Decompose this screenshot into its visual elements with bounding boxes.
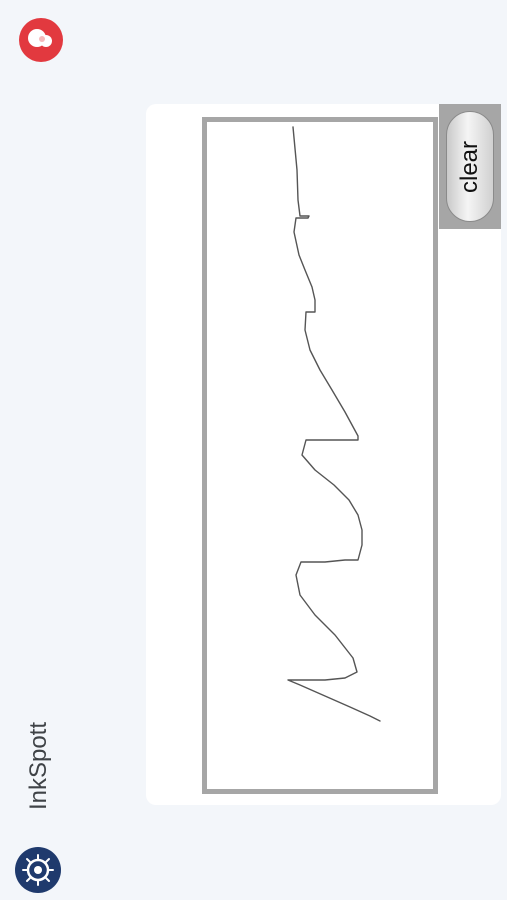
ink-stroke	[287, 126, 381, 722]
app-name: InkSpott	[25, 721, 52, 811]
clear-button-label: clear	[456, 140, 483, 193]
inkspott-logo-icon	[14, 846, 62, 894]
clear-button[interactable]: clear	[446, 111, 494, 222]
